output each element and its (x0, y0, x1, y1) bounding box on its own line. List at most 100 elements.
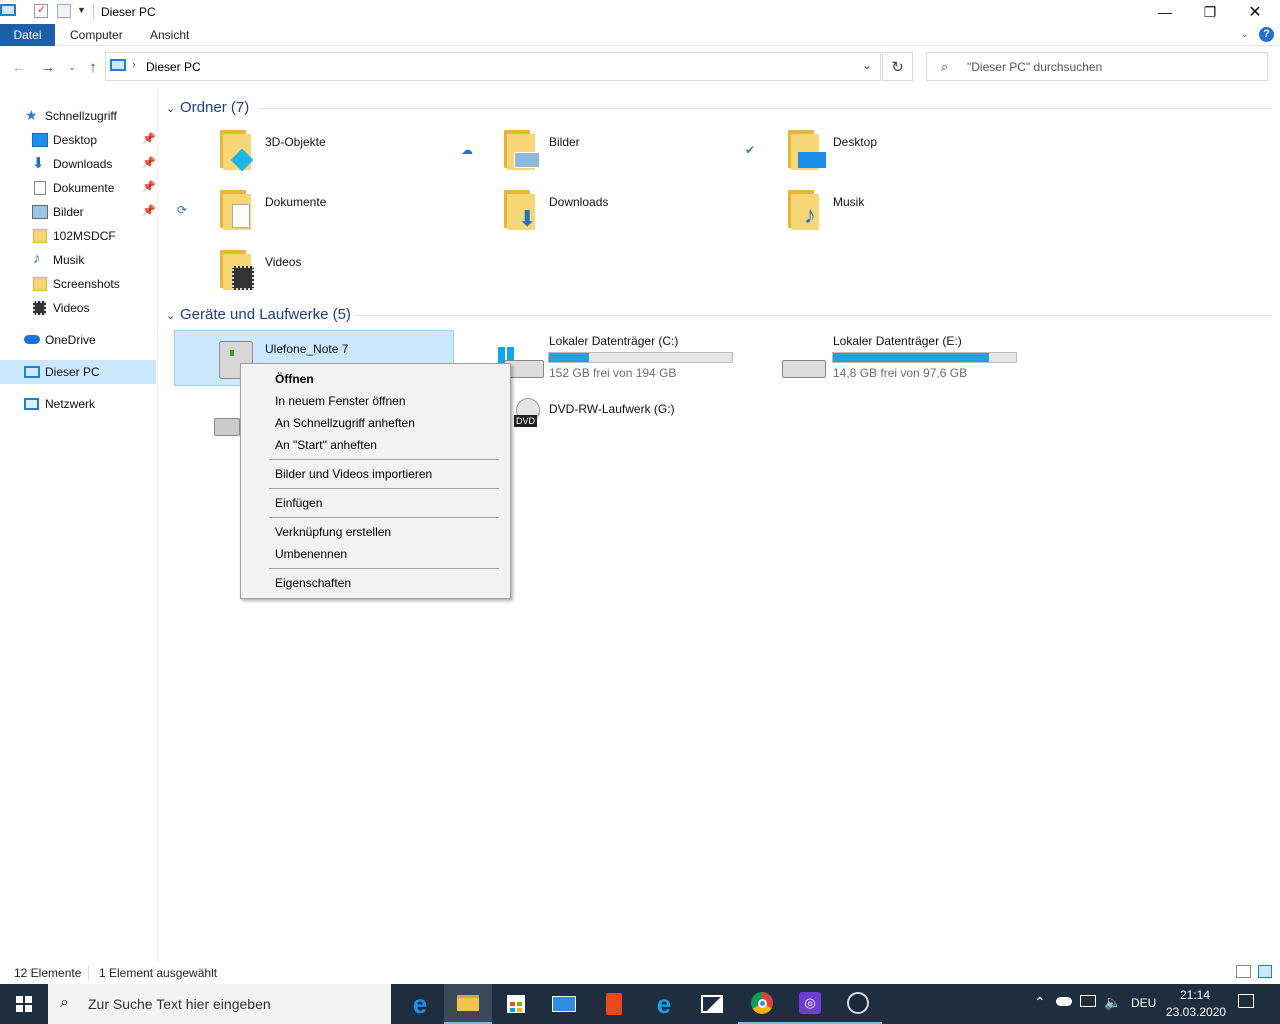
help-icon[interactable]: ? (1259, 27, 1274, 42)
clock-time[interactable]: 21:14 (1180, 988, 1210, 1002)
sidebar-item-quick-access[interactable]: ★ Schnellzugriff (0, 104, 156, 128)
new-folder-icon[interactable] (57, 4, 71, 18)
chevron-down-icon: ⌄ (166, 310, 176, 322)
folder-downloads[interactable]: ⬇ Downloads (458, 186, 738, 242)
sidebar-item-screenshots[interactable]: Screenshots (0, 272, 156, 296)
forward-button[interactable]: → (39, 58, 57, 76)
folders-group-header[interactable]: ⌄ Ordner (7) (166, 99, 249, 116)
close-button[interactable]: ✕ (1232, 0, 1278, 24)
menu-item-import[interactable]: Bilder und Videos importieren (275, 467, 432, 481)
desktop-folder-icon (786, 130, 826, 170)
start-button[interactable] (0, 984, 48, 1024)
menu-item-rename[interactable]: Umbenennen (275, 547, 347, 561)
menu-item-paste[interactable]: Einfügen (275, 496, 322, 510)
chrome-icon[interactable] (738, 984, 786, 1024)
app-icon-purple[interactable]: ◎ (786, 984, 834, 1024)
language-indicator[interactable]: DEU (1131, 996, 1156, 1010)
sidebar-item-onedrive[interactable]: OneDrive (0, 328, 156, 352)
menu-item-pin-quick-access[interactable]: An Schnellzugriff anheften (275, 416, 415, 430)
refresh-button[interactable]: ↻ (882, 52, 913, 81)
search-placeholder: "Dieser PC" durchsuchen (967, 60, 1103, 74)
menu-item-pin-start[interactable]: An "Start" anheften (275, 438, 377, 452)
drive-usage-bar (832, 352, 1017, 363)
sidebar-item-documents[interactable]: Dokumente 📌 (0, 176, 156, 200)
photos-icon[interactable] (688, 984, 736, 1024)
folder-documents[interactable]: ⟳ Dokumente (174, 186, 454, 242)
sidebar-item-this-pc[interactable]: Dieser PC (0, 360, 156, 384)
desktop-icon (32, 133, 48, 147)
pin-icon[interactable]: 📌 (142, 180, 156, 193)
folder-3d-objects[interactable]: 3D-Objekte (174, 126, 454, 182)
tab-view[interactable]: Ansicht (136, 24, 203, 46)
tab-computer[interactable]: Computer (56, 24, 137, 46)
internet-explorer-icon[interactable]: e (640, 984, 688, 1024)
taskbar: ⌕ Zur Suche Text hier eingeben e e ◎ ⌃ 🔈… (0, 984, 1280, 1024)
sidebar-item-network[interactable]: Netzwerk (0, 392, 156, 416)
menu-item-open[interactable]: Öffnen (275, 372, 314, 386)
devices-group-header[interactable]: ⌄ Geräte und Laufwerke (5) (166, 306, 351, 323)
menu-item-properties[interactable]: Eigenschaften (275, 576, 351, 590)
film-icon (33, 301, 46, 315)
sidebar-item-videos[interactable]: Videos (0, 296, 156, 320)
folder-icon (33, 229, 47, 243)
network-tray-icon[interactable] (1080, 995, 1096, 1007)
sidebar-item-music[interactable]: ♪ Musik (0, 248, 156, 272)
quick-access-dropdown-icon[interactable]: ▼ (77, 5, 86, 15)
clock-date[interactable]: 23.03.2020 (1166, 1005, 1226, 1019)
pin-icon[interactable]: 📌 (142, 132, 156, 145)
details-view-icon[interactable] (1236, 965, 1251, 978)
breadcrumb[interactable]: Dieser PC (146, 60, 201, 74)
show-hidden-icons-icon[interactable]: ⌃ (1034, 994, 1046, 1011)
folder-label: Desktop (833, 135, 878, 149)
search-icon: ⌕ (60, 994, 69, 1011)
notification-icon[interactable] (1238, 994, 1254, 1008)
volume-icon[interactable]: 🔈 (1104, 994, 1121, 1011)
expand-ribbon-icon[interactable]: ⌄ (1240, 27, 1249, 40)
drive-icon (214, 418, 240, 436)
title-bar: ✓ ▼ Dieser PC — ❐ ✕ (0, 0, 1280, 24)
music-note-icon: ♪ (33, 250, 41, 267)
edge-icon[interactable]: e (396, 984, 444, 1024)
onedrive-tray-icon[interactable] (1056, 997, 1072, 1006)
address-bar[interactable]: › Dieser PC ⌄ (105, 52, 881, 81)
menu-item-open-new-window[interactable]: In neuem Fenster öffnen (275, 394, 406, 408)
mail-icon[interactable] (540, 984, 588, 1024)
sidebar-item-pictures[interactable]: Bilder 📌 (0, 200, 156, 224)
properties-icon[interactable]: ✓ (34, 4, 48, 18)
search-icon: ⌕ (941, 59, 949, 74)
syncing-icon: ⟳ (177, 203, 188, 217)
search-input[interactable]: ⌕ "Dieser PC" durchsuchen (926, 52, 1268, 81)
sidebar-item-102msdcf[interactable]: 102MSDCF (0, 224, 156, 248)
folder-videos[interactable]: Videos (174, 246, 454, 302)
menu-item-create-shortcut[interactable]: Verknüpfung erstellen (275, 525, 391, 539)
taskbar-search-input[interactable]: ⌕ Zur Suche Text hier eingeben (48, 984, 391, 1024)
status-bar: 12 Elemente 1 Element ausgewählt (0, 962, 1280, 984)
device-drive-e[interactable]: Lokaler Datenträger (E:) 14,8 GB frei vo… (742, 330, 1022, 386)
large-icons-view-icon[interactable] (1258, 965, 1272, 978)
sidebar-item-desktop[interactable]: Desktop 📌 (0, 128, 156, 152)
office-icon[interactable] (590, 984, 638, 1024)
folder-pictures[interactable]: ☁ Bilder (458, 126, 738, 182)
back-button[interactable]: ← (10, 58, 28, 76)
restore-button[interactable]: ❐ (1187, 0, 1233, 24)
divider (258, 108, 1272, 109)
minimize-button[interactable]: — (1142, 0, 1188, 24)
address-dropdown-icon[interactable]: ⌄ (862, 58, 872, 72)
store-icon[interactable] (492, 984, 540, 1024)
pin-icon[interactable]: 📌 (142, 156, 156, 169)
pin-icon[interactable]: 📌 (142, 204, 156, 217)
tab-file[interactable]: Datei (0, 24, 55, 46)
menu-separator (269, 488, 499, 489)
folder-music[interactable]: ♪ Musik (742, 186, 1022, 242)
windows-logo-icon (16, 996, 32, 1012)
computer-icon (24, 366, 40, 378)
device-label: Ulefone_Note 7 (265, 342, 349, 356)
steam-icon[interactable] (834, 984, 882, 1024)
music-folder-icon: ♪ (786, 190, 822, 230)
sidebar-item-downloads[interactable]: ⬇ Downloads 📌 (0, 152, 156, 176)
up-button[interactable]: ↑ (84, 58, 102, 76)
download-folder-icon: ⬇ (502, 190, 538, 230)
folder-desktop[interactable]: ✔ Desktop (742, 126, 1022, 182)
file-explorer-icon[interactable] (444, 984, 492, 1024)
recent-locations-icon[interactable]: ⌄ (63, 58, 81, 76)
